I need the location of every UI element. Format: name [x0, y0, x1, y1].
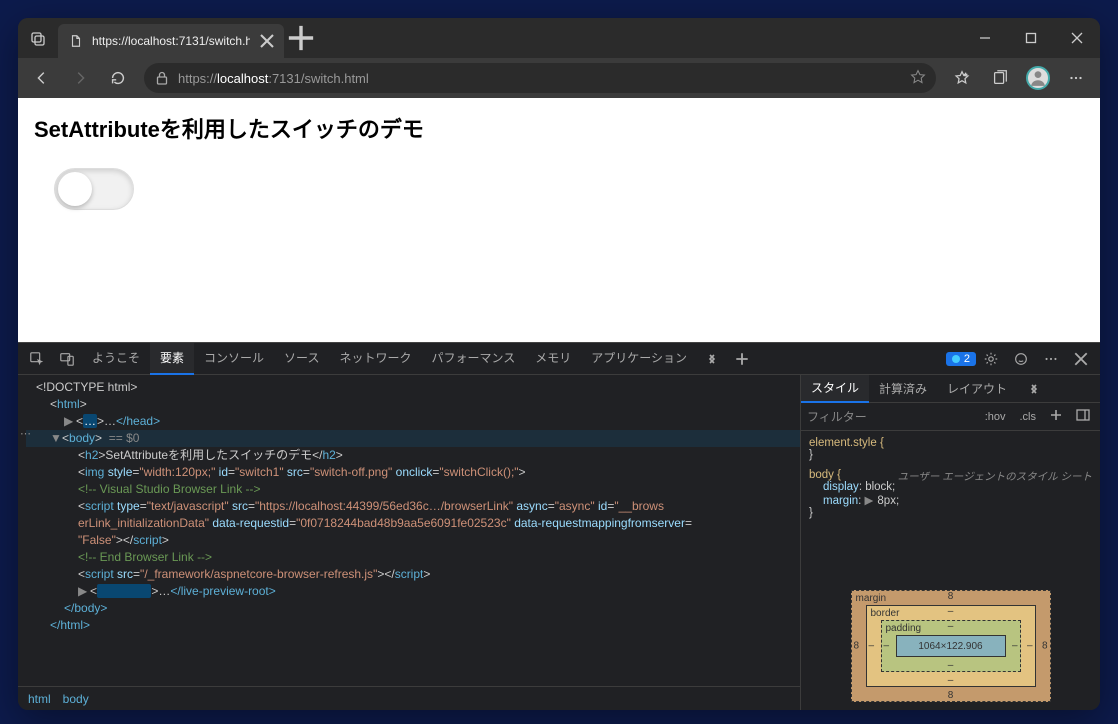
switch-knob	[58, 172, 92, 206]
refresh-button[interactable]	[100, 62, 136, 94]
elements-tree[interactable]: <!DOCTYPE html> <html> ▶<…>…</head> ⋯▼<b…	[18, 375, 800, 686]
devtools-tab-console[interactable]: コンソール	[194, 343, 274, 375]
tab-actions-button[interactable]	[18, 18, 58, 58]
window-controls	[962, 18, 1100, 58]
devtools-new-tab-button[interactable]	[727, 344, 757, 374]
page-favicon-icon	[68, 33, 84, 49]
styles-sidebar-toggle[interactable]	[1072, 407, 1094, 426]
address-bar[interactable]: https://localhost:7131/switch.html	[144, 63, 936, 93]
settings-more-button[interactable]	[1058, 62, 1094, 94]
browser-window: https://localhost:7131/switch.htm https:…	[18, 18, 1100, 710]
devtools-tab-elements[interactable]: 要素	[150, 343, 194, 375]
styles-filter-bar: フィルター :hov .cls	[801, 403, 1100, 431]
devtools-tab-memory[interactable]: メモリ	[525, 343, 581, 375]
styles-filter-input[interactable]: フィルター	[807, 408, 975, 425]
forward-button[interactable]	[62, 62, 98, 94]
cls-toggle[interactable]: .cls	[1016, 409, 1041, 425]
device-emulation-button[interactable]	[52, 344, 82, 374]
devtools-tab-application[interactable]: アプリケーション	[581, 343, 697, 375]
styles-tabs-more[interactable]	[1017, 375, 1051, 403]
url-text: https://localhost:7131/switch.html	[178, 71, 902, 86]
box-model-content: 1064×122.906	[896, 635, 1006, 657]
page-heading: SetAttributeを利用したスイッチのデモ	[34, 112, 1084, 144]
devtools-feedback-button[interactable]	[1006, 344, 1036, 374]
hov-toggle[interactable]: :hov	[981, 409, 1010, 425]
favorites-button[interactable]	[944, 62, 980, 94]
issues-badge[interactable]: 2	[946, 352, 976, 366]
browser-tab[interactable]: https://localhost:7131/switch.htm	[58, 24, 284, 58]
switch-toggle[interactable]	[54, 168, 134, 210]
new-style-rule-button[interactable]	[1046, 407, 1066, 426]
minimize-button[interactable]	[962, 18, 1008, 58]
styles-rules[interactable]: element.style { } ユーザー エージェントのスタイル シート b…	[801, 431, 1100, 582]
breadcrumbs: html body	[18, 686, 800, 710]
styles-tabs: スタイル 計算済み レイアウト	[801, 375, 1100, 403]
maximize-button[interactable]	[1008, 18, 1054, 58]
devtools-tabbar: ようこそ 要素 コンソール ソース ネットワーク パフォーマンス メモリ アプリ…	[18, 343, 1100, 375]
toolbar: https://localhost:7131/switch.html	[18, 58, 1100, 98]
devtools-tab-sources[interactable]: ソース	[274, 343, 329, 375]
styles-tab-computed[interactable]: 計算済み	[869, 375, 937, 403]
inspect-element-button[interactable]	[22, 344, 52, 374]
devtools-tab-network[interactable]: ネットワーク	[329, 343, 421, 375]
back-button[interactable]	[24, 62, 60, 94]
crumb-body[interactable]: body	[63, 692, 89, 706]
ua-stylesheet-label: ユーザー エージェントのスタイル シート	[898, 469, 1092, 484]
devtools-tab-performance[interactable]: パフォーマンス	[421, 343, 525, 375]
styles-tab-layout[interactable]: レイアウト	[937, 375, 1017, 403]
tab-close-button[interactable]	[258, 32, 276, 50]
styles-tab-styles[interactable]: スタイル	[801, 375, 869, 403]
devtools-close-button[interactable]	[1066, 344, 1096, 374]
devtools-panel: ようこそ 要素 コンソール ソース ネットワーク パフォーマンス メモリ アプリ…	[18, 342, 1100, 710]
styles-panel: スタイル 計算済み レイアウト フィルター :hov .cls element.…	[800, 375, 1100, 710]
titlebar: https://localhost:7131/switch.htm	[18, 18, 1100, 58]
devtools-menu-button[interactable]	[1036, 344, 1066, 374]
devtools-tab-welcome[interactable]: ようこそ	[82, 343, 150, 375]
close-window-button[interactable]	[1054, 18, 1100, 58]
devtools-settings-button[interactable]	[976, 344, 1006, 374]
lock-icon	[154, 70, 170, 86]
url-rest: :7131/switch.html	[268, 71, 368, 86]
box-model[interactable]: margin 8888 border –––– padding –––– 106…	[801, 582, 1100, 710]
url-host: localhost	[217, 71, 268, 86]
new-tab-button[interactable]	[284, 21, 318, 55]
devtools-tabs-more-button[interactable]	[697, 344, 727, 374]
url-prefix: https://	[178, 71, 217, 86]
tab-title: https://localhost:7131/switch.htm	[92, 34, 250, 48]
crumb-html[interactable]: html	[28, 692, 51, 706]
collections-button[interactable]	[982, 62, 1018, 94]
profile-button[interactable]	[1020, 62, 1056, 94]
elements-panel: <!DOCTYPE html> <html> ▶<…>…</head> ⋯▼<b…	[18, 375, 800, 710]
star-icon[interactable]	[910, 69, 926, 88]
page-content: SetAttributeを利用したスイッチのデモ	[18, 98, 1100, 342]
avatar-icon	[1026, 66, 1050, 90]
